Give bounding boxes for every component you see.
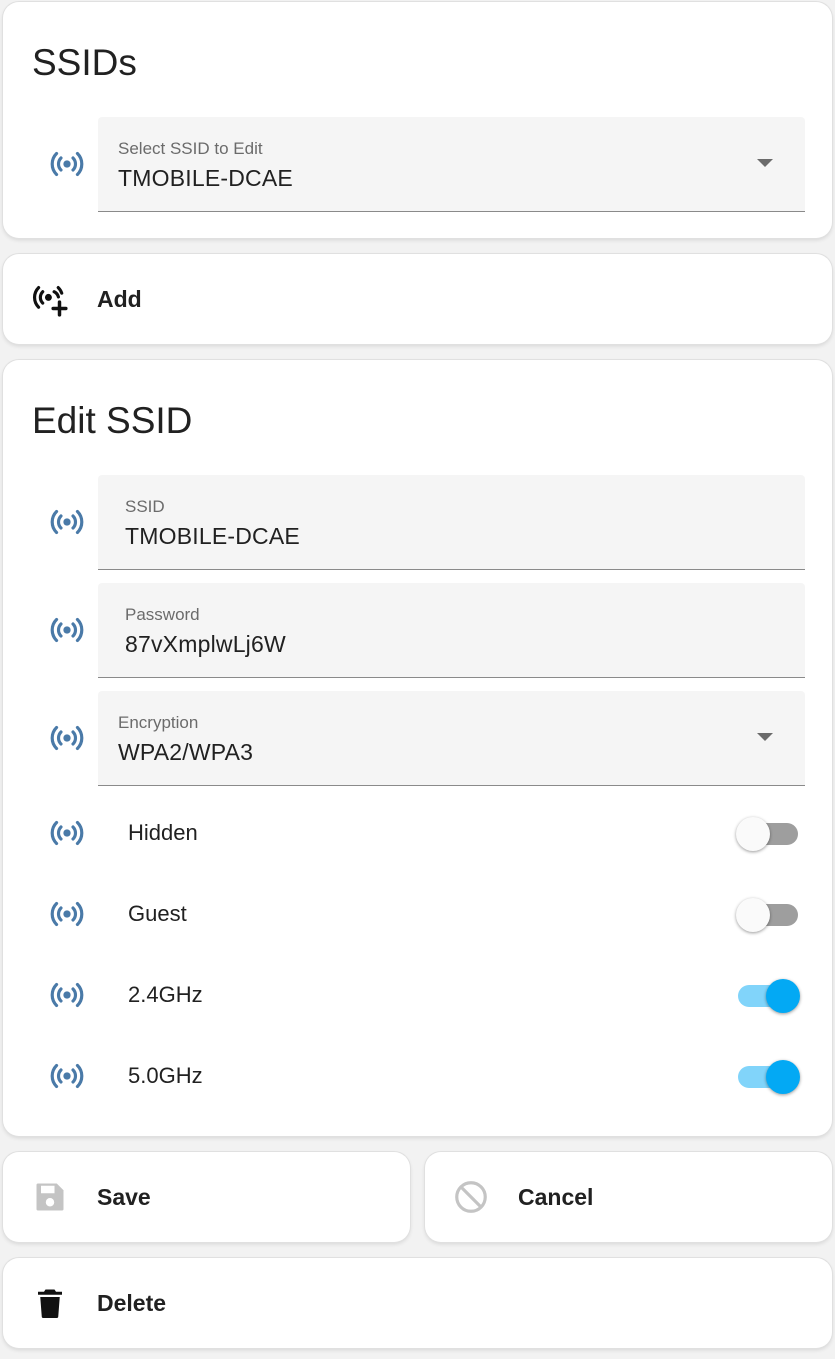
encryption-value: WPA2/WPA3 — [118, 739, 254, 765]
wifi-broadcast-icon — [47, 975, 87, 1015]
encryption-dropdown[interactable]: Encryption WPA2/WPA3 — [98, 691, 805, 786]
add-label: Add — [97, 286, 142, 312]
band-2-4ghz-label: 2.4GHz — [128, 982, 203, 1007]
save-label: Save — [97, 1184, 151, 1210]
band-5-0ghz-label: 5.0GHz — [128, 1063, 203, 1088]
switch-thumb — [736, 817, 770, 851]
wifi-broadcast-icon — [47, 610, 87, 650]
ssids-title: SSIDs — [32, 42, 137, 83]
password-field[interactable]: Password 87vXmplwLj6W — [98, 583, 805, 678]
delete-label: Delete — [97, 1290, 167, 1316]
ssid-label: SSID — [125, 497, 165, 516]
wifi-add-icon — [30, 279, 70, 319]
switch-thumb — [766, 979, 800, 1013]
chevron-down-icon — [757, 733, 773, 741]
wifi-broadcast-icon — [47, 894, 87, 934]
band-5-0ghz-toggle[interactable] — [738, 1059, 800, 1094]
hidden-toggle[interactable] — [736, 816, 800, 851]
switch-thumb — [766, 1060, 800, 1094]
select-ssid-value: TMOBILE-DCAE — [118, 165, 293, 191]
floppy-disk-icon — [30, 1177, 70, 1217]
wifi-broadcast-icon — [47, 718, 87, 758]
password-label: Password — [125, 605, 200, 624]
wifi-broadcast-icon — [47, 144, 87, 184]
edit-ssid-title: Edit SSID — [32, 400, 193, 441]
switch-thumb — [736, 898, 770, 932]
ssid-value: TMOBILE-DCAE — [125, 523, 300, 549]
save-button[interactable]: Save — [3, 1152, 410, 1242]
trash-icon — [30, 1283, 70, 1323]
delete-button[interactable]: Delete — [3, 1258, 832, 1348]
band-2-4ghz-toggle[interactable] — [738, 978, 800, 1013]
select-ssid-dropdown[interactable]: Select SSID to Edit TMOBILE-DCAE — [98, 117, 805, 212]
wifi-broadcast-icon — [47, 1056, 87, 1096]
wifi-broadcast-icon — [47, 813, 87, 853]
select-ssid-label: Select SSID to Edit — [118, 139, 263, 158]
encryption-label: Encryption — [118, 713, 199, 732]
chevron-down-icon — [757, 159, 773, 167]
ssids-card: SSIDs Select SSID to Edit TMOBILE-DCAE — [3, 2, 832, 238]
cancel-icon — [451, 1177, 491, 1217]
ssid-field[interactable]: SSID TMOBILE-DCAE — [98, 475, 805, 570]
hidden-label: Hidden — [128, 820, 198, 845]
password-value: 87vXmplwLj6W — [125, 631, 286, 657]
guest-toggle[interactable] — [736, 897, 800, 932]
guest-label: Guest — [128, 901, 187, 926]
cancel-button[interactable]: Cancel — [425, 1152, 832, 1242]
cancel-label: Cancel — [518, 1184, 594, 1210]
edit-ssid-card: Edit SSID SSID TMOBILE-DCAE Password 87v… — [3, 360, 832, 1136]
wifi-broadcast-icon — [47, 502, 87, 542]
add-ssid-button[interactable]: Add — [3, 254, 832, 344]
